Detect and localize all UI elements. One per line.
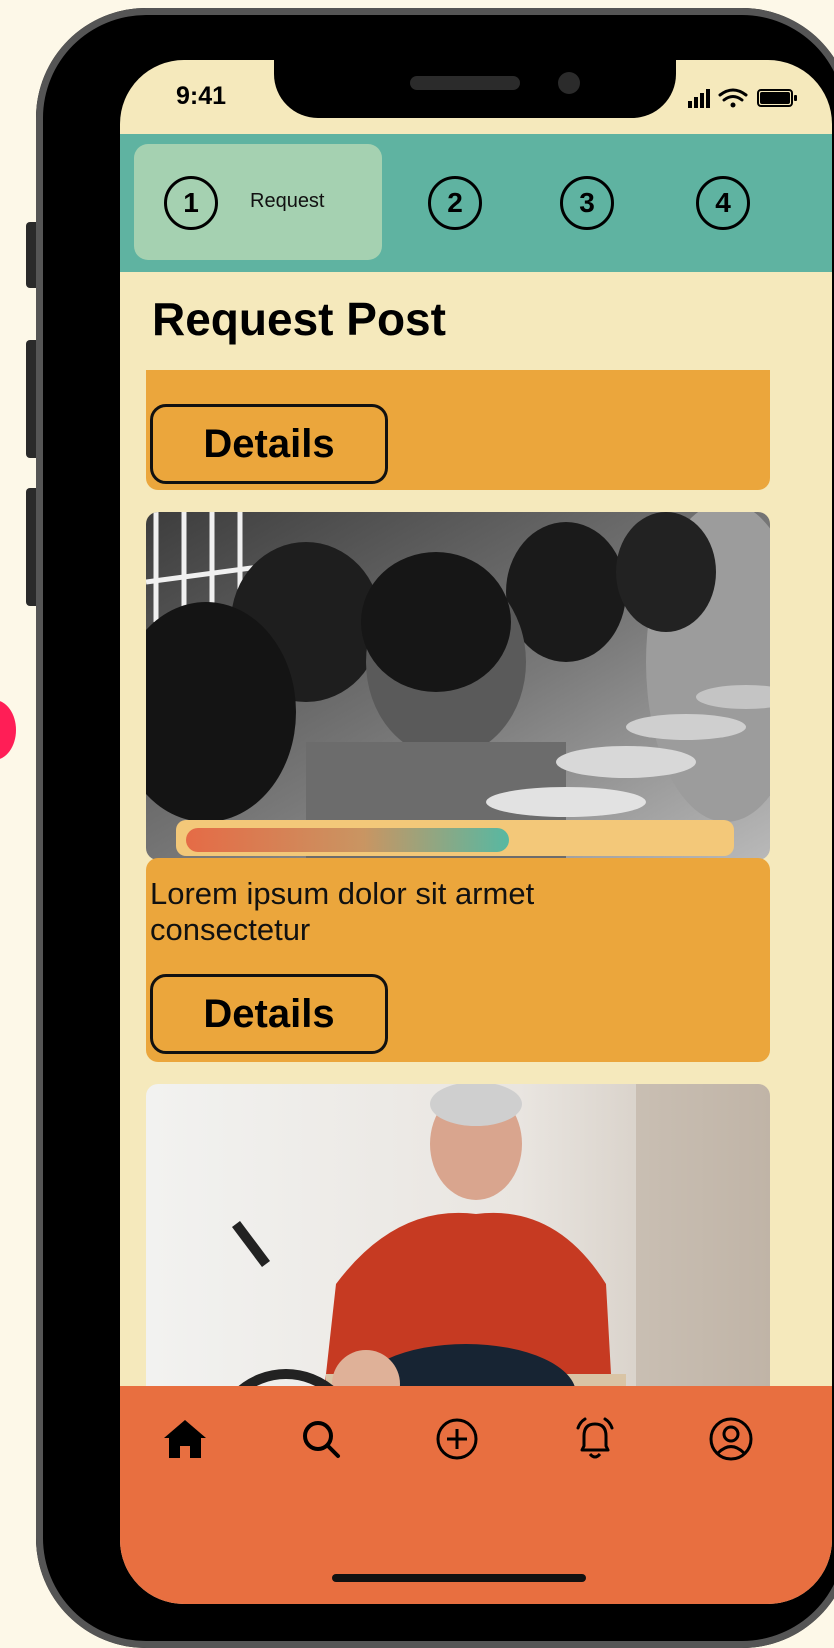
bottom-navigation: [120, 1386, 832, 1604]
step-4-number[interactable]: 4: [696, 176, 750, 230]
post-list[interactable]: consectetur Details: [120, 370, 832, 1446]
search-icon[interactable]: [294, 1412, 348, 1466]
post-card-2-progress: [176, 820, 734, 856]
post-card-1-info: consectetur Details: [146, 370, 770, 490]
speaker-grille: [410, 76, 520, 90]
step-1-label: Request: [250, 190, 325, 212]
page-title: Request Post: [152, 293, 446, 345]
post-card-2-text: Lorem ipsum dolor sit armet consectetur: [150, 876, 535, 947]
battery-icon: [757, 89, 797, 107]
status-icons: [688, 86, 800, 110]
post-card-2-photo: [146, 512, 770, 860]
step-1-number: 1: [164, 176, 218, 230]
home-icon[interactable]: [158, 1412, 212, 1466]
children-eating-photo: [146, 512, 770, 860]
post-card-1-details-button[interactable]: Details: [150, 404, 388, 484]
phone-frame: 9:41 1 Request 2 3 4 Request Post Detail…: [36, 8, 834, 1648]
wifi-icon: [718, 88, 748, 108]
post-card-2-info: Lorem ipsum dolor sit armet consectetur …: [146, 858, 770, 1062]
bell-icon[interactable]: [568, 1412, 622, 1466]
status-time: 9:41: [176, 82, 227, 110]
post-card-2-details-button[interactable]: Details: [150, 974, 388, 1054]
home-indicator: [332, 1574, 586, 1582]
step-indicator: 1 Request 2 3 4: [120, 134, 832, 272]
decorative-dot: [0, 700, 16, 760]
front-camera: [558, 72, 580, 94]
app-screen: 9:41 1 Request 2 3 4 Request Post Detail…: [120, 60, 832, 1604]
add-icon[interactable]: [430, 1412, 484, 1466]
notch: [274, 60, 676, 118]
profile-icon[interactable]: [704, 1412, 758, 1466]
step-2-number[interactable]: 2: [428, 176, 482, 230]
post-card-2-progress-fill: [186, 828, 509, 852]
post-card-1-text: consectetur: [150, 370, 310, 376]
step-3-number[interactable]: 3: [560, 176, 614, 230]
signal-icon: [688, 89, 710, 108]
